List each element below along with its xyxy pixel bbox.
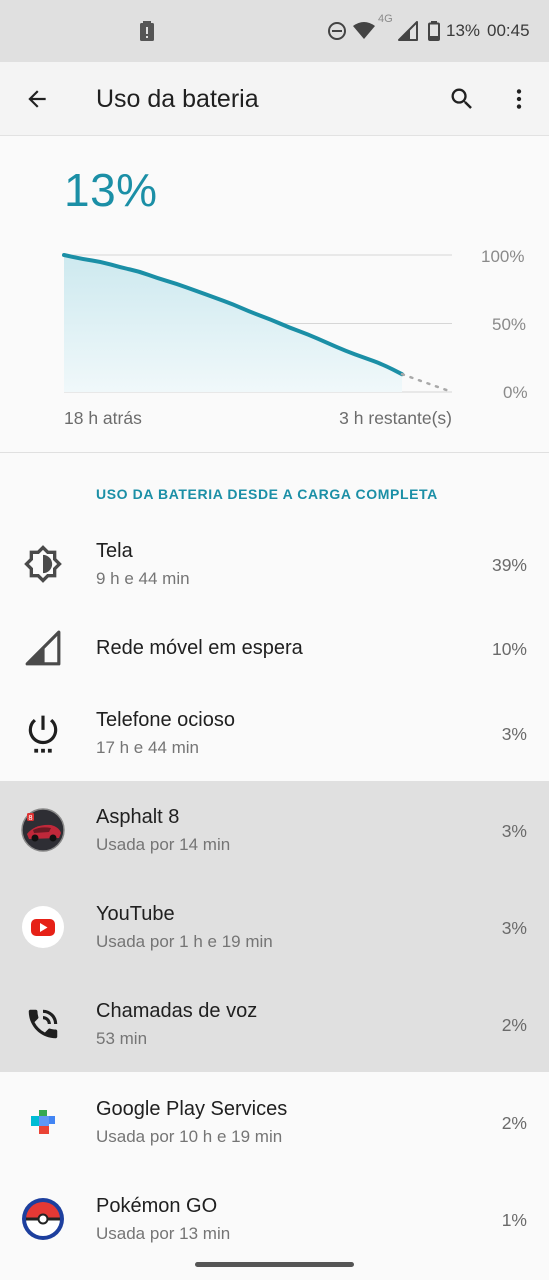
- svg-text:8: 8: [28, 814, 32, 822]
- more-vert-icon: [516, 89, 522, 109]
- item-subtitle: 17 h e 44 min: [96, 738, 200, 757]
- pokeball-icon: [20, 1196, 66, 1242]
- brightness-icon: [20, 541, 66, 587]
- item-subtitle: Usada por 13 min: [96, 1224, 231, 1243]
- list-item-telefone-ocioso[interactable]: Telefone ocioso 17 h e 44 min 3%: [0, 684, 549, 781]
- battery-chart: [62, 253, 454, 394]
- item-percent: 1%: [501, 1210, 527, 1230]
- item-title: Pokémon GO: [96, 1195, 218, 1217]
- item-title: Telefone ocioso: [96, 709, 235, 731]
- item-percent: 39%: [491, 555, 527, 575]
- chart-end-label: 3 h restante(s): [339, 408, 452, 428]
- item-subtitle: 53 min: [96, 1029, 148, 1048]
- status-bar: 4G 13% 00:45: [0, 0, 549, 62]
- list-item-chamadas-de-voz[interactable]: Chamadas de voz 53 min 2%: [0, 975, 549, 1072]
- item-subtitle: Usada por 10 h e 19 min: [96, 1127, 283, 1146]
- axis-label-0: 0%: [503, 383, 528, 402]
- google-play-services-icon: [20, 1099, 66, 1145]
- item-title: Asphalt 8: [96, 806, 180, 828]
- list-item-pokemon-go[interactable]: Pokémon GO Usada por 13 min 1%: [0, 1170, 549, 1267]
- dnd-icon: [327, 0, 347, 62]
- chart-start-label: 18 h atrás: [64, 408, 142, 428]
- page-title: Uso da bateria: [96, 85, 259, 113]
- phone-call-icon: [20, 1001, 66, 1047]
- item-percent: 2%: [501, 1015, 527, 1035]
- chart-projection-line: [400, 372, 454, 394]
- item-percent: 3%: [501, 724, 527, 744]
- item-subtitle: Usada por 14 min: [96, 835, 231, 854]
- item-subtitle: Usada por 1 h e 19 min: [96, 932, 273, 951]
- power-icon: [20, 710, 66, 756]
- list-item-google-play-services[interactable]: Google Play Services Usada por 10 h e 19…: [0, 1073, 549, 1170]
- more-options-button[interactable]: [495, 75, 543, 123]
- item-percent: 3%: [501, 821, 527, 841]
- battery-percent: 13%: [446, 21, 481, 40]
- app-bar: Uso da bateria: [0, 62, 549, 136]
- item-title: Tela: [96, 540, 133, 562]
- search-button[interactable]: [438, 75, 486, 123]
- axis-label-100: 100%: [481, 247, 525, 266]
- item-title: YouTube: [96, 903, 175, 925]
- item-percent: 3%: [501, 918, 527, 938]
- arrow-back-icon: [28, 90, 46, 108]
- item-subtitle: 9 h e 44 min: [96, 569, 190, 588]
- network-type: 4G: [378, 13, 393, 25]
- item-title: Google Play Services: [96, 1098, 288, 1120]
- list-item-tela[interactable]: Tela 9 h e 44 min 39%: [0, 515, 549, 612]
- back-button[interactable]: [13, 75, 61, 123]
- youtube-icon: [20, 904, 66, 950]
- cell-signal-icon: [20, 625, 66, 671]
- signal-icon: [398, 0, 418, 62]
- item-title: Rede móvel em espera: [96, 637, 303, 659]
- gesture-nav-bar[interactable]: [195, 1262, 354, 1267]
- item-percent: 2%: [501, 1113, 527, 1133]
- asphalt-8-icon: 8: [20, 807, 66, 853]
- list-item-asphalt-8[interactable]: 8 Asphalt 8 Usada por 14 min 3%: [0, 781, 549, 878]
- section-header: USO DA BATERIA DESDE A CARGA COMPLETA: [96, 486, 438, 502]
- axis-label-50: 50%: [492, 315, 527, 334]
- wifi-icon: [353, 0, 375, 62]
- list-item-youtube[interactable]: YouTube Usada por 1 h e 19 min 3%: [0, 878, 549, 975]
- battery-alert-icon: [140, 0, 154, 62]
- clock: 00:45: [487, 21, 530, 40]
- item-percent: 10%: [491, 639, 527, 659]
- search-icon: [451, 88, 472, 109]
- battery-summary[interactable]: 13% 100% 50% 0% 18 h atrás 3 h restante(…: [0, 137, 549, 453]
- item-title: Chamadas de voz: [96, 1000, 258, 1022]
- battery-icon: [428, 0, 440, 62]
